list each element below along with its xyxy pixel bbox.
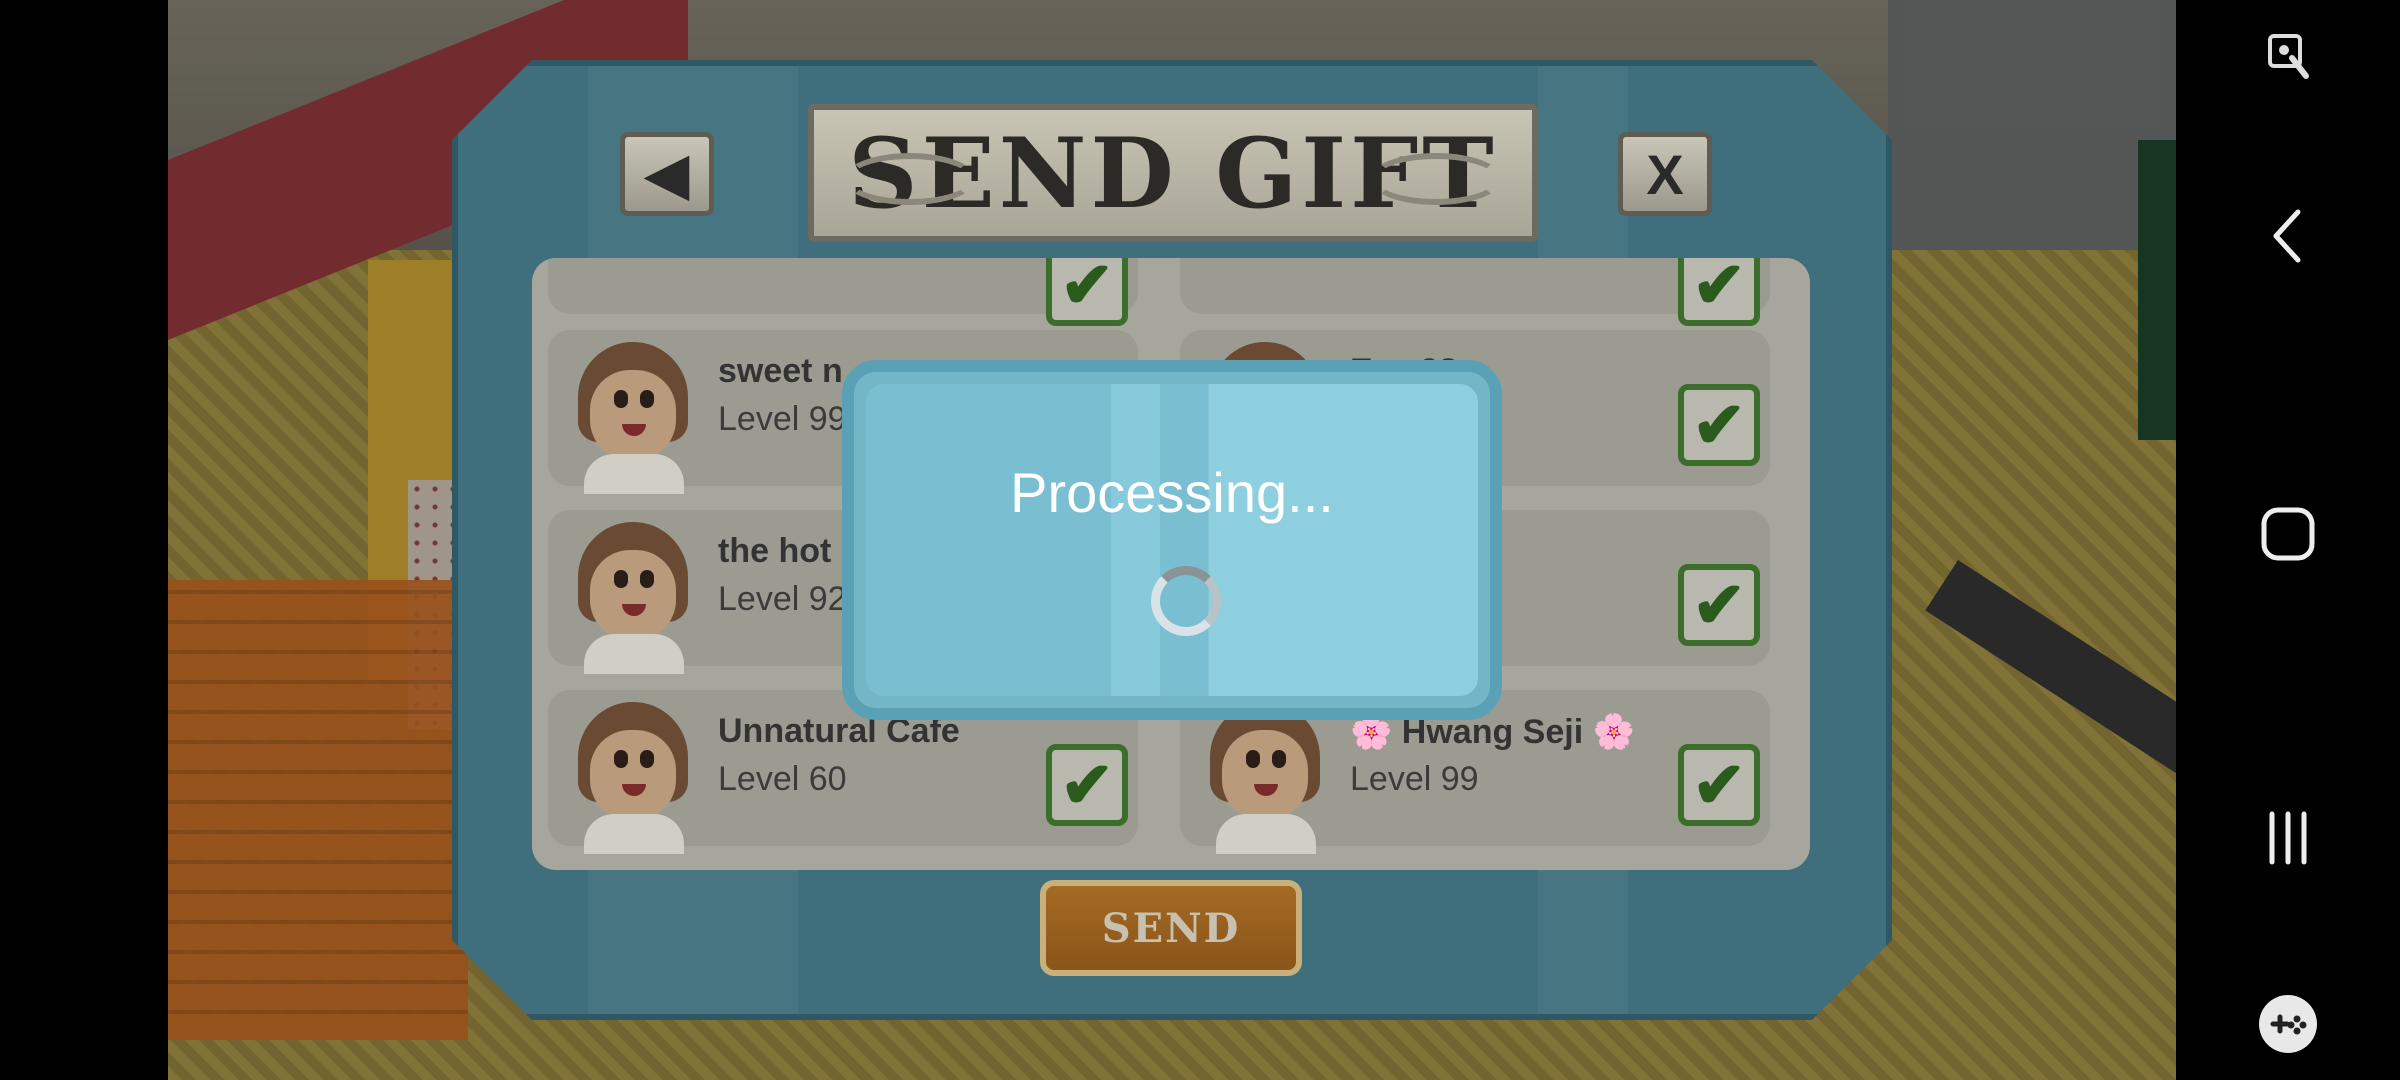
checkbox[interactable]: ✔ [1678,258,1760,326]
check-icon: ✔ [1692,748,1746,821]
list-item-partial: ✔ [548,258,1138,326]
processing-text: Processing... [1010,461,1334,524]
home-icon[interactable] [2176,494,2400,574]
screenshot-icon[interactable] [2176,20,2400,92]
close-button[interactable]: X [1618,132,1712,216]
flourish-right-icon [1370,153,1502,205]
processing-dialog: Processing... [842,360,1502,720]
flourish-left-icon [844,153,976,205]
check-icon: ✔ [1060,748,1114,821]
list-item-partial: ✔ [1180,258,1770,326]
friend-level: Level 99 [1350,760,1479,798]
recents-icon[interactable] [2176,798,2400,878]
chef-avatar [568,342,698,494]
send-gift-title: SEND GIFT [808,104,1538,242]
checkbox[interactable]: ✔ [1046,258,1128,326]
friend-level: Level 60 [718,760,847,798]
friend-name: the hot [718,532,832,570]
back-button[interactable]: ◀ [620,132,714,216]
checkbox[interactable]: ✔ [1678,564,1760,646]
processing-dialog-body: Processing... [866,384,1478,696]
chef-avatar [568,522,698,674]
send-button[interactable]: SEND [1040,880,1302,976]
check-icon: ✔ [1692,388,1746,461]
send-label: SEND [1101,904,1241,952]
back-arrow-icon: ◀ [645,142,689,205]
back-icon[interactable] [2176,196,2400,276]
chef-avatar [1200,702,1330,854]
friend-name: sweet n [718,352,843,390]
game-tools-icon[interactable] [2176,984,2400,1064]
friend-level: Level 92 [718,580,847,618]
checkbox[interactable]: ✔ [1678,384,1760,466]
system-nav-bar [2176,0,2400,1080]
chef-avatar [568,702,698,854]
friend-level: Level 99 [718,400,847,438]
check-icon: ✔ [1692,568,1746,641]
close-icon: X [1646,142,1684,206]
checkbox[interactable]: ✔ [1678,744,1760,826]
loading-spinner-icon [1151,566,1221,636]
checkbox[interactable]: ✔ [1046,744,1128,826]
